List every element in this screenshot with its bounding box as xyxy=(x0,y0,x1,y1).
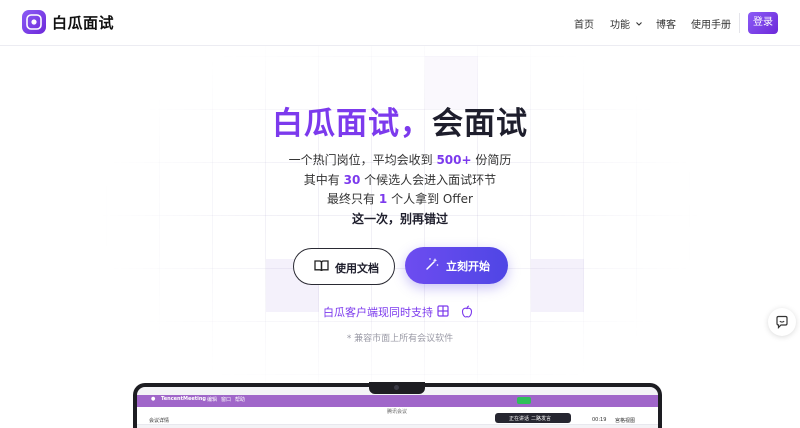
nav-blog-link[interactable]: 博客 xyxy=(656,16,676,31)
line3-number: 1 xyxy=(378,192,388,206)
hero-line-3: 最终只有 1 个人拿到 Offer xyxy=(0,190,800,207)
start-button[interactable]: 立刻开始 xyxy=(405,247,508,284)
mockup-view-mode: 宫格视图 xyxy=(615,418,636,424)
hero-title: 白瓜面试，会面试 xyxy=(0,98,800,143)
line3-text: 最终只有 xyxy=(327,192,376,206)
mockup-menu-window: 窗口 xyxy=(221,397,232,403)
brand-name[interactable]: 白瓜面试 xyxy=(52,12,114,33)
nav-features-label: 功能 xyxy=(610,20,630,31)
client-support-label: 白瓜客户端现同时支持 xyxy=(323,306,433,319)
line2-text: 其中有 xyxy=(303,173,340,187)
compatibility-note: * 兼容市面上所有会议软件 xyxy=(346,334,454,344)
mockup-menu-edit: 编辑 xyxy=(207,397,218,403)
camera-status-icon xyxy=(517,397,531,404)
camera-dot xyxy=(394,385,399,390)
mockup-meeting-detail: 会议详情 xyxy=(149,418,170,424)
line1-number: 500+ xyxy=(436,153,472,167)
apple-menu-icon: ● xyxy=(151,396,156,402)
hero-title-accent: 白瓜面试， xyxy=(272,106,432,142)
nav-home-link[interactable]: 首页 xyxy=(574,16,594,31)
nav-manual-link[interactable]: 使用手册 xyxy=(691,16,731,31)
line1-text: 一个热门岗位，平均会收到 xyxy=(288,153,433,167)
speaker-name: 二路发言 xyxy=(531,416,552,422)
apple-icon[interactable] xyxy=(461,305,473,318)
speaking-label: 正在讲话 xyxy=(509,416,530,422)
hero-title-plain: 会面试 xyxy=(432,106,528,142)
hero-line-1: 一个热门岗位，平均会收到 500+ 份简历 xyxy=(0,151,800,168)
book-icon xyxy=(314,260,329,272)
mockup-timer: 00:19 xyxy=(592,417,607,423)
docs-button[interactable]: 使用文档 xyxy=(293,248,395,285)
chat-support-button[interactable] xyxy=(768,308,796,336)
speaker-indicator: 正在讲话 二路发言 xyxy=(495,413,571,423)
chat-bubble-icon xyxy=(776,315,788,329)
mockup-menu-help: 帮助 xyxy=(235,397,246,403)
line1-text-end: 份简历 xyxy=(475,153,512,167)
windows-icon[interactable] xyxy=(437,305,449,317)
site-header: 白瓜面试 首页 功能 博客 使用手册 登录 xyxy=(0,0,800,46)
line2-number: 30 xyxy=(343,173,361,187)
line3-text-end: 个人拿到 Offer xyxy=(391,192,473,206)
nav-features-link[interactable]: 功能 xyxy=(610,16,643,31)
nav-divider xyxy=(739,13,740,33)
client-support-text: 白瓜客户端现同时支持 xyxy=(0,304,800,320)
eye-logo-icon[interactable] xyxy=(22,10,46,34)
line2-text-end: 个候选人会进入面试环节 xyxy=(364,173,497,187)
magic-wand-icon xyxy=(426,258,439,270)
hero-line-2: 其中有 30 个候选人会进入面试环节 xyxy=(0,171,800,188)
mockup-app-name: TencentMeeting xyxy=(161,396,207,402)
mockup-toolbar: 腾讯会议 会议详情 正在讲话 二路发言 00:19 宫格视图 xyxy=(137,407,658,425)
mockup-window-title: 腾讯会议 xyxy=(387,409,408,415)
laptop-notch xyxy=(369,382,425,394)
chevron-down-icon xyxy=(636,22,643,26)
start-button-label: 立刻开始 xyxy=(446,260,490,273)
mockup-menubar: ● TencentMeeting 编辑 窗口 帮助 xyxy=(137,395,658,407)
login-button[interactable]: 登录 xyxy=(748,12,778,34)
laptop-mockup: ● TencentMeeting 编辑 窗口 帮助 腾讯会议 会议详情 正在讲话… xyxy=(133,382,662,428)
hero-line-4: 这一次，别再错过 xyxy=(351,212,448,226)
docs-button-label: 使用文档 xyxy=(335,262,379,275)
